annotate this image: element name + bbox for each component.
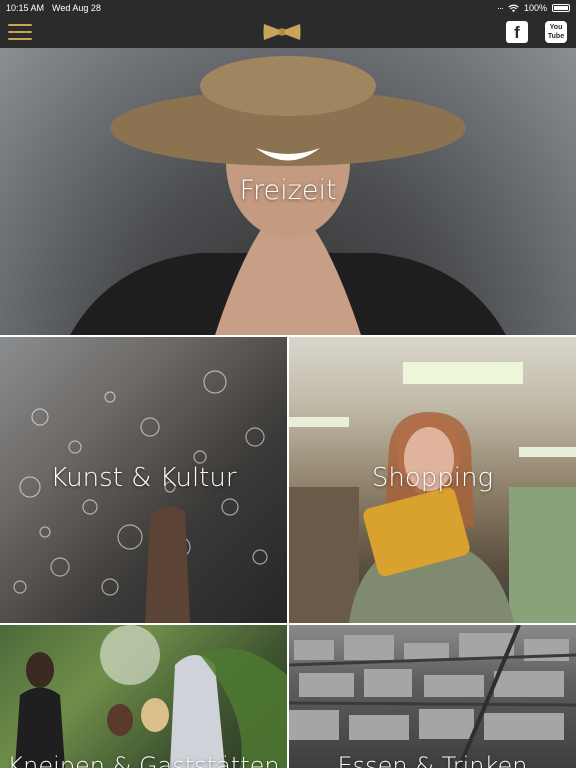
nav-bar: f You Tube (0, 16, 576, 48)
friends-photo (15, 625, 287, 768)
tile-shopping[interactable]: Shopping (289, 337, 576, 623)
status-bar: 10:15 AM Wed Aug 28 ··· 100% (0, 0, 576, 16)
tile-kneipen-gaststaetten[interactable]: Kneipen & Gaststätten (0, 625, 287, 768)
tile-label-shopping: Shopping (371, 463, 494, 493)
battery-percent: 100% (523, 3, 547, 13)
tile-label-kneipen-gaststaetten: Kneipen & Gaststätten (7, 752, 280, 768)
tile-essen-trinken[interactable]: Essen & Trinken (289, 625, 576, 768)
tile-label-freizeit: Freizeit (239, 175, 337, 206)
tile-kunst-kultur[interactable]: Kunst & Kultur (0, 337, 287, 623)
status-date: Wed Aug 28 (52, 3, 101, 13)
tile-label-essen-trinken: Essen & Trinken (337, 752, 528, 768)
menu-icon[interactable] (8, 24, 32, 42)
wifi-icon (508, 4, 519, 12)
facebook-icon[interactable]: f (506, 21, 528, 43)
city-photo (289, 625, 576, 768)
tile-freizeit[interactable]: Freizeit (0, 48, 576, 335)
status-time: 10:15 AM (6, 3, 45, 13)
battery-icon (552, 4, 570, 12)
tile-label-kunst-kultur: Kunst & Kultur (50, 463, 237, 493)
signal-icon: ··· (496, 3, 504, 13)
bow-tie-logo-icon (263, 24, 301, 40)
youtube-icon[interactable]: You Tube (545, 21, 567, 43)
